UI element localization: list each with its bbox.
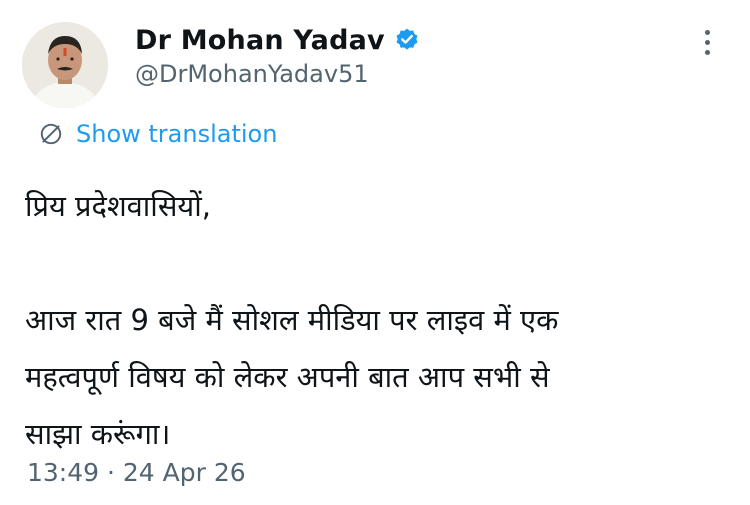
author-name-row: Dr Mohan Yadav [135, 20, 420, 60]
globe-slash-icon [40, 123, 62, 145]
tweet-text: प्रिय प्रदेशवासियों, आज रात 9 बजे मैं सो… [25, 189, 559, 451]
tweet-timestamp[interactable]: 13:49 · 24 Apr 26 [27, 458, 246, 487]
author-handle[interactable]: @DrMohanYadav51 [135, 60, 369, 88]
author-display-name[interactable]: Dr Mohan Yadav [135, 25, 385, 56]
verified-badge-icon [394, 27, 420, 53]
more-vertical-icon[interactable] [700, 30, 714, 66]
show-translation-label: Show translation [76, 120, 278, 148]
show-translation-link[interactable]: Show translation [38, 120, 277, 148]
avatar[interactable] [22, 22, 108, 108]
avatar-image [22, 22, 108, 108]
